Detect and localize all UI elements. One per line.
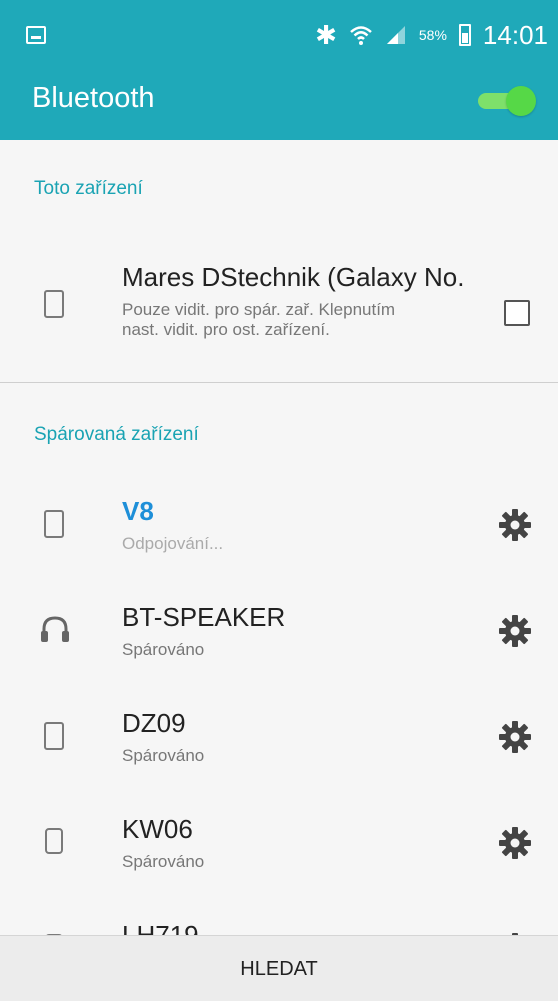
divider [0,382,558,383]
paired-device-row[interactable]: KW06 Spárováno [0,790,558,896]
paired-device-row[interactable]: BT-SPEAKER Spárováno [0,578,558,684]
paired-device-row[interactable]: V8 Odpojování... [0,472,558,578]
clock: 14:01 [482,19,548,50]
this-device-row[interactable]: Mares DStechnik (Galaxy No. Pouze vidit.… [0,240,558,370]
bluetooth-toggle[interactable] [478,84,536,118]
gear-icon[interactable] [498,826,532,860]
wifi-icon [349,23,373,47]
this-device-name: Mares DStechnik (Galaxy No. [122,262,465,292]
status-icons: ✱ 58% 14:01 [315,20,548,50]
signal-icon [385,24,407,46]
this-device-description-line1: Pouze vidit. pro spár. zař. Klepnutím [122,300,396,319]
this-device-description-line2: nast. vidit. pro ost. zařízení. [122,320,330,339]
device-name: DZ09 [122,708,186,738]
device-status: Spárováno [122,746,205,765]
device-status: Spárováno [122,640,205,659]
screenshot-icon [26,26,46,44]
device-name: V8 [122,496,154,526]
device-name: BT-SPEAKER [122,602,286,632]
device-list[interactable]: Toto zařízení Mares DStechnik (Galaxy No… [0,140,558,935]
paired-device-row[interactable]: LH719 [0,896,558,935]
device-status: Odpojování... [122,534,224,553]
gear-icon[interactable] [498,720,532,754]
toggle-thumb [506,86,536,116]
phone-icon [44,510,64,538]
page-title: Bluetooth [32,82,155,114]
paired-device-row[interactable]: DZ09 Spárováno [0,684,558,790]
section-header-paired: Spárovaná zařízení [34,424,199,445]
status-bar: ✱ 58% 14:01 [0,0,558,66]
visibility-checkbox[interactable] [504,300,530,326]
gear-icon[interactable] [498,614,532,648]
app-bar: Bluetooth [0,66,558,140]
device-name: LH719 [122,920,199,935]
device-status: Spárováno [122,852,205,871]
bottom-bar: HLEDAT [0,935,558,1001]
watch-icon [45,828,63,854]
gear-icon[interactable] [498,508,532,542]
bluetooth-icon: ✱ [315,19,337,50]
device-name: KW06 [122,814,193,844]
phone-icon [44,722,64,750]
section-header-this-device: Toto zařízení [34,178,143,199]
phone-icon [44,290,64,318]
battery-percent: 58% [418,27,447,43]
battery-icon [458,24,471,46]
scan-button[interactable]: HLEDAT [0,936,558,1001]
headphones-icon [40,614,70,644]
